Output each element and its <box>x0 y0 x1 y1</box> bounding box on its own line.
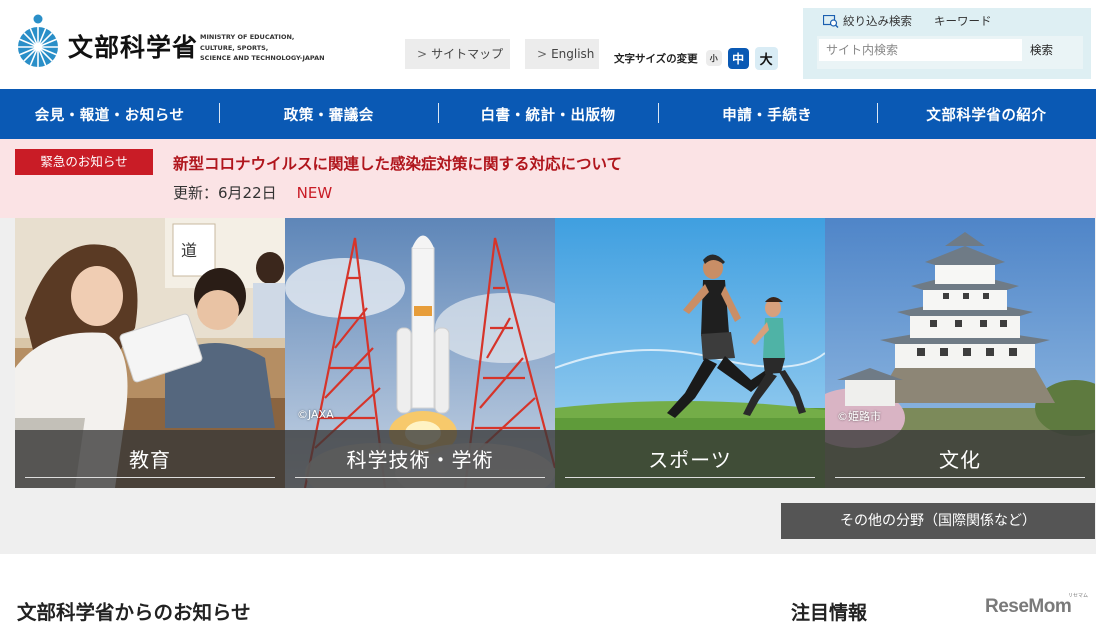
english-label: English <box>551 47 595 61</box>
logo-japanese-name: 文部科学省 <box>68 33 199 62</box>
tile-sports-label: スポーツ <box>648 448 732 472</box>
svg-text:道: 道 <box>181 241 197 260</box>
arrow-right-icon: > <box>537 47 548 61</box>
english-button[interactable]: > English <box>525 39 599 69</box>
nav-item-applications[interactable]: 申請・手続き <box>657 102 877 125</box>
tile-culture-credit: ©姫路市 <box>837 410 881 423</box>
sitemap-label: サイトマップ <box>431 47 504 61</box>
arrow-right-icon: > <box>417 47 428 61</box>
category-tiles: 道 教育 ©JAXA 科学技術・学術 スポーツ ©姫路市 文化 <box>15 218 1095 488</box>
search-panel: 絞り込み検索 キーワード 検索 <box>803 8 1091 79</box>
emergency-badge: 緊急のお知らせ <box>15 149 153 175</box>
emergency-update-info: 更新：6月22日 NEW <box>173 182 332 203</box>
tab-keyword-search[interactable]: キーワード <box>934 13 992 29</box>
emergency-notice: 緊急のお知らせ 新型コロナウイルスに関連した感染症対策に関する対応について 更新… <box>0 139 1096 218</box>
tile-culture-label: 文化 <box>939 448 981 472</box>
tile-sports[interactable]: スポーツ <box>555 218 825 488</box>
tile-education-label-bar: 教育 <box>15 430 285 488</box>
tile-culture-label-bar: 文化 <box>825 430 1095 488</box>
tile-culture[interactable]: ©姫路市 文化 <box>825 218 1095 488</box>
tile-education-label: 教育 <box>129 448 171 472</box>
font-size-switcher: 文字サイズの変更 小 中 大 <box>614 46 778 70</box>
nav-item-policy[interactable]: 政策・審議会 <box>219 102 438 125</box>
search-tabs: 絞り込み検索 キーワード <box>823 13 992 29</box>
ministry-logo-icon <box>18 14 58 67</box>
tile-education[interactable]: 道 教育 <box>15 218 285 488</box>
resemom-watermark: ReseMom <box>985 596 1072 617</box>
nav-item-publications[interactable]: 白書・統計・出版物 <box>438 102 657 125</box>
logo-en-line-2: CULTURE, SPORTS, <box>200 43 269 52</box>
tab-filter-search[interactable]: 絞り込み検索 <box>823 13 912 29</box>
tile-science-label-bar: 科学技術・学術 <box>285 430 555 488</box>
tile-science-credit: ©JAXA <box>297 408 334 421</box>
search-row: 検索 <box>817 36 1083 69</box>
tile-sports-label-bar: スポーツ <box>555 430 825 488</box>
logo-en-line-1: MINISTRY OF EDUCATION, <box>200 33 295 41</box>
header: 文部科学省 MINISTRY OF EDUCATION, CULTURE, SP… <box>0 0 1096 89</box>
filter-search-icon <box>823 14 839 28</box>
featured-heading: 注目情報 <box>791 602 868 624</box>
font-size-small-button[interactable]: 小 <box>705 50 722 66</box>
logo-en-line-3: SCIENCE AND TECHNOLOGY-JAPAN <box>200 54 325 62</box>
notices-heading: 文部科学省からのお知らせ <box>17 601 251 624</box>
font-size-large-button[interactable]: 大 <box>754 46 778 70</box>
site-search-input[interactable] <box>819 39 1022 61</box>
logo-english-name: MINISTRY OF EDUCATION, CULTURE, SPORTS, … <box>200 32 325 64</box>
tab-filter-label: 絞り込み検索 <box>843 14 912 28</box>
tile-science[interactable]: ©JAXA 科学技術・学術 <box>285 218 555 488</box>
update-date: 更新：6月22日 <box>173 184 277 202</box>
other-fields-button[interactable]: その他の分野（国際関係など） <box>781 503 1095 539</box>
global-nav: 会見・報道・お知らせ 政策・審議会 白書・統計・出版物 申請・手続き 文部科学省… <box>0 89 1096 139</box>
nav-item-about[interactable]: 文部科学省の紹介 <box>876 102 1096 125</box>
tile-underline <box>835 477 1085 478</box>
font-size-label: 文字サイズの変更 <box>614 52 698 65</box>
category-area: 道 教育 ©JAXA 科学技術・学術 スポーツ ©姫路市 文化 その他の分野（国… <box>0 218 1096 554</box>
tab-keyword-label: キーワード <box>934 14 992 28</box>
tile-science-label: 科学技術・学術 <box>346 448 494 472</box>
sitemap-button[interactable]: > サイトマップ <box>405 39 510 69</box>
site-logo[interactable]: 文部科学省 MINISTRY OF EDUCATION, CULTURE, SP… <box>16 14 336 70</box>
nav-item-press[interactable]: 会見・報道・お知らせ <box>0 104 219 125</box>
new-badge: NEW <box>296 184 333 202</box>
tile-underline <box>295 477 545 478</box>
search-button[interactable]: 検索 <box>1029 39 1077 61</box>
tile-underline <box>25 477 275 478</box>
tile-underline <box>565 477 815 478</box>
page: 文部科学省 MINISTRY OF EDUCATION, CULTURE, SP… <box>0 0 1096 630</box>
font-size-medium-button[interactable]: 中 <box>727 47 749 69</box>
resemom-watermark-sub: リセマム <box>1068 593 1089 599</box>
emergency-notice-link[interactable]: 新型コロナウイルスに関連した感染症対策に関する対応について <box>173 152 622 174</box>
